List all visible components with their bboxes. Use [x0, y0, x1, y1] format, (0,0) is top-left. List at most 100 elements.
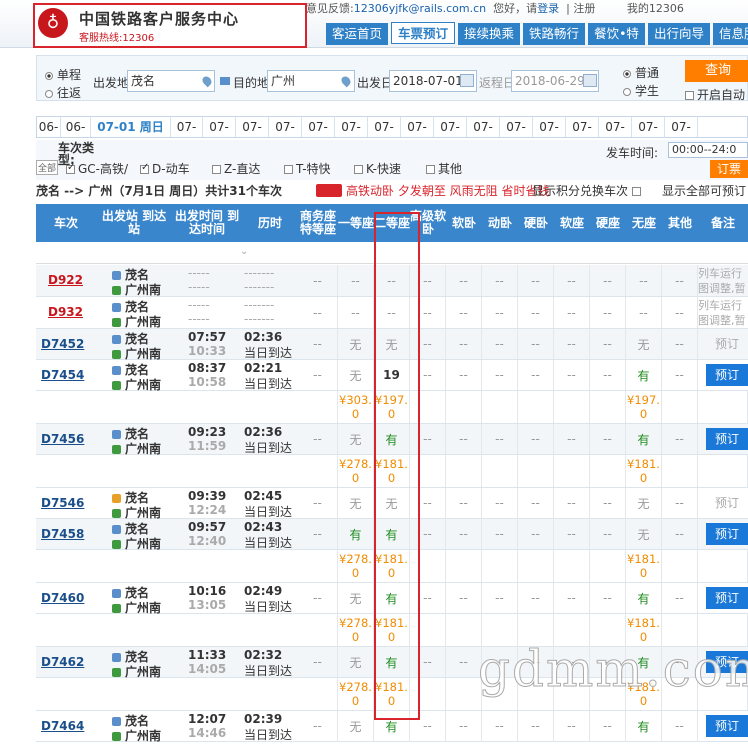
register-link[interactable]: 注册 [573, 2, 595, 15]
date-tab[interactable]: 07- [533, 117, 566, 137]
train-number[interactable]: D7462 [41, 655, 84, 669]
train-number[interactable]: D932 [48, 305, 83, 319]
oneway-radio[interactable]: 单程 [45, 66, 81, 83]
book-button[interactable]: 预订 [706, 587, 748, 609]
book-button[interactable]: 预订 [706, 523, 748, 545]
date-tab[interactable]: 07- [599, 117, 632, 137]
train-number[interactable]: D922 [48, 273, 83, 287]
date-tab[interactable]: 07- [434, 117, 467, 137]
station-name[interactable]: 茂名 [125, 268, 149, 282]
station-name[interactable]: 广州南 [125, 506, 161, 520]
date-tab[interactable]: 07- [467, 117, 500, 137]
nav-info[interactable]: 信息服 [712, 23, 748, 45]
book-button[interactable]: 预订 [706, 364, 748, 386]
station-name[interactable]: 茂名 [125, 586, 149, 600]
date-tab[interactable]: 07- [500, 117, 533, 137]
station-name[interactable]: 茂名 [125, 427, 149, 441]
column-header[interactable]: 备注 [698, 204, 748, 242]
column-header[interactable]: 软卧 [446, 204, 482, 242]
station-name[interactable]: 广州南 [125, 347, 161, 361]
date-tab[interactable]: 07- [302, 117, 335, 137]
train-number[interactable]: D7456 [41, 432, 84, 446]
depart-time-select[interactable]: 00:00--24:0 [668, 142, 748, 158]
all-bookable[interactable]: 显示全部可预订 [662, 182, 746, 199]
nav-home[interactable]: 客运首页 [326, 23, 389, 45]
query-button[interactable]: 查询 [685, 60, 748, 82]
date-tab[interactable]: 07- [335, 117, 368, 137]
train-number[interactable]: D7460 [41, 591, 84, 605]
train-number[interactable]: D7452 [41, 337, 84, 351]
filter-t[interactable]: T-特快 [284, 160, 331, 177]
date-tab[interactable]: 07- [566, 117, 599, 137]
nav-transfer[interactable]: 接续换乘 [458, 23, 521, 45]
column-header[interactable]: 一等座 [338, 204, 374, 242]
column-header[interactable]: 出发时间 到达时间 [172, 204, 242, 242]
nav-changxing[interactable]: 铁路畅行 [523, 23, 586, 45]
station-name[interactable]: 广州南 [125, 283, 161, 297]
book-button[interactable]: 预订 [706, 715, 748, 737]
column-header[interactable]: 硬卧 [518, 204, 554, 242]
station-name[interactable]: 广州南 [125, 729, 161, 743]
promo-text[interactable]: 高铁动卧 夕发朝至 风雨无阻 省时省钱 [346, 182, 549, 199]
my12306-link[interactable]: 我的12306 [627, 2, 684, 15]
all-button[interactable]: 全部 [36, 160, 59, 175]
column-header[interactable]: 出发站 到达站 [96, 204, 172, 242]
date-tab[interactable]: 07- [401, 117, 434, 137]
date-tab[interactable]: 07- [368, 117, 401, 137]
nav-guide[interactable]: 出行向导 [647, 23, 710, 45]
station-name[interactable]: 茂名 [125, 491, 149, 505]
date-tab[interactable]: 07- [171, 117, 203, 137]
swap-icon[interactable] [220, 77, 230, 85]
date-tab[interactable]: 06- [61, 117, 91, 137]
column-header[interactable]: 商务座 特等座 [298, 204, 338, 242]
date-tab[interactable]: 07- [269, 117, 302, 137]
column-header[interactable]: 动卧 [482, 204, 518, 242]
filter-k[interactable]: K-快速 [354, 160, 401, 177]
station-name[interactable]: 茂名 [125, 363, 149, 377]
column-header[interactable]: 其他 [662, 204, 698, 242]
book-button[interactable]: 预订 [706, 428, 748, 450]
filter-d[interactable]: D-动车 [140, 160, 190, 177]
column-header[interactable]: 硬座 [590, 204, 626, 242]
nav-ticket[interactable]: 车票预订 [391, 22, 456, 44]
auto-query-checkbox[interactable]: 开启自动 [685, 86, 745, 103]
round-radio[interactable]: 往返 [45, 84, 81, 101]
calendar-icon[interactable] [460, 74, 474, 87]
date-tab[interactable]: 07- [203, 117, 236, 137]
train-number[interactable]: D7454 [41, 368, 84, 382]
column-header[interactable]: 软座 [554, 204, 590, 242]
date-tab[interactable]: 07- [236, 117, 269, 137]
train-number[interactable]: D7464 [41, 719, 84, 733]
station-name[interactable]: 茂名 [125, 522, 149, 536]
station-name[interactable]: 广州南 [125, 315, 161, 329]
train-number[interactable]: D7546 [41, 496, 84, 510]
logo[interactable]: ♁ 中国铁路客户服务中心 客服热线:12306 [33, 3, 307, 48]
filter-gc[interactable]: GC-高铁/ [66, 160, 128, 177]
station-name[interactable]: 茂名 [125, 332, 149, 346]
filter-z[interactable]: Z-直达 [212, 160, 260, 177]
feedback-email[interactable]: 12306yjfk@rails.com.cn [354, 2, 486, 15]
station-name[interactable]: 茂名 [125, 650, 149, 664]
date-tab[interactable]: 07- [632, 117, 665, 137]
nav-food[interactable]: 餐饮•特 [588, 23, 645, 45]
points-checkbox[interactable]: 显示积分兑换车次 [532, 182, 644, 199]
date-tab[interactable]: 07- [665, 117, 698, 137]
book-button[interactable]: 预订 [706, 333, 748, 355]
chevron-down-icon[interactable]: ⌄ [240, 246, 248, 257]
station-name[interactable]: 茂名 [125, 300, 149, 314]
date-tab[interactable]: 07-01 周日 [91, 117, 171, 137]
column-header[interactable]: 无座 [626, 204, 662, 242]
ticket-book-button[interactable]: 订票 [710, 160, 748, 178]
station-name[interactable]: 广州南 [125, 601, 161, 615]
column-header[interactable]: 车次 [36, 204, 96, 242]
station-name[interactable]: 广州南 [125, 537, 161, 551]
station-name[interactable]: 广州南 [125, 442, 161, 456]
station-name[interactable]: 广州南 [125, 378, 161, 392]
date-tab[interactable]: 06- [37, 117, 61, 137]
filter-other[interactable]: 其他 [426, 160, 462, 177]
login-link[interactable]: 登录 [537, 2, 559, 15]
calendar-icon[interactable] [583, 74, 597, 87]
train-number[interactable]: D7458 [41, 527, 84, 541]
station-name[interactable]: 广州南 [125, 665, 161, 679]
book-button[interactable]: 预订 [706, 492, 748, 514]
